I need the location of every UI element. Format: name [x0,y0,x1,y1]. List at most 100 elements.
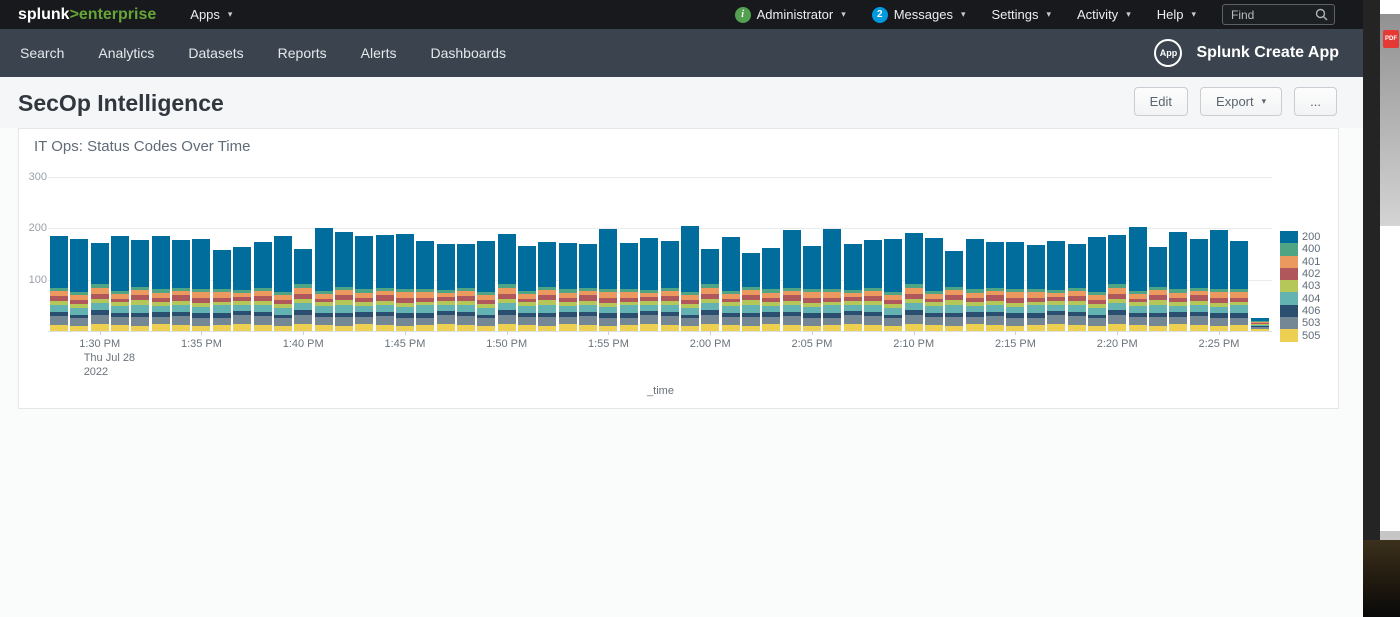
chart-bar-segment[interactable] [599,306,618,314]
chart-bar-segment[interactable] [355,316,374,324]
chart-bar-segment[interactable] [50,290,68,296]
chart-bar-segment[interactable] [1230,288,1249,293]
chart-bar-segment[interactable] [1108,235,1127,285]
chart-bar-segment[interactable] [680,299,699,304]
chart-bar-segment[interactable] [497,324,516,331]
chart-bar-segment[interactable] [355,323,374,331]
find-input[interactable] [1231,7,1315,22]
chart-bar-segment[interactable] [884,292,903,295]
chart-bar-segment[interactable] [782,290,801,296]
chart-bar-segment[interactable] [945,305,964,314]
chart-bar-segment[interactable] [660,295,679,301]
chart-bar-segment[interactable] [1209,289,1228,292]
settings-menu[interactable]: Settings ▾ [992,7,1052,22]
chart-bar-segment[interactable] [50,311,68,317]
chart-bar-segment[interactable] [212,325,231,331]
chart-bar-segment[interactable] [436,324,455,331]
chart-bar-segment[interactable] [172,290,191,296]
chart-bar-segment[interactable] [579,295,598,301]
chart-bar-segment[interactable] [1250,323,1269,325]
chart-bar-segment[interactable] [192,313,211,318]
chart-bar-segment[interactable] [721,306,740,313]
chart-bar-segment[interactable] [884,308,903,315]
chart-bar-segment[interactable] [986,287,1005,291]
chart-bar-segment[interactable] [680,314,699,319]
chart-bar-segment[interactable] [253,290,272,296]
chart-bar-segment[interactable] [518,325,537,331]
chart-bar-segment[interactable] [334,300,353,306]
chart-bar-segment[interactable] [1209,317,1228,326]
chart-bar-segment[interactable] [558,305,577,312]
chart-bar-segment[interactable] [1047,297,1066,301]
chart-bar-segment[interactable] [1230,317,1249,326]
chart-bar-segment[interactable] [986,241,1005,288]
chart-bar-segment[interactable] [1047,240,1066,290]
chart-bar-segment[interactable] [50,295,68,301]
chart-bar-segment[interactable] [782,300,801,306]
chart-bar-segment[interactable] [599,317,618,326]
chart-bar-segment[interactable] [843,300,862,306]
chart-bar-segment[interactable] [518,306,537,313]
chart-bar-segment[interactable] [1250,321,1269,323]
chart-bar-segment[interactable] [273,292,292,295]
chart-bar-segment[interactable] [741,326,760,331]
chart-bar-segment[interactable] [50,236,68,288]
chart-bar-segment[interactable] [1026,325,1045,331]
chart-bar-segment[interactable] [701,315,720,325]
chart-bar-segment[interactable] [1250,329,1269,331]
chart-bar-segment[interactable] [680,292,699,295]
chart-bar-segment[interactable] [599,289,618,292]
chart-bar-segment[interactable] [314,228,333,292]
chart-bar-segment[interactable] [579,287,598,291]
chart-bar-segment[interactable] [212,292,231,298]
chart-bar-segment[interactable] [50,287,68,291]
chart-bar-segment[interactable] [558,298,577,303]
chart-bar-segment[interactable] [660,324,679,331]
chart-bar-segment[interactable] [640,289,659,293]
chart-bar-segment[interactable] [782,305,801,313]
chart-bar-segment[interactable] [823,297,842,302]
chart-bar-segment[interactable] [762,288,781,293]
chart-bar-segment[interactable] [1108,302,1127,311]
chart-bar-segment[interactable] [518,317,537,326]
chart-bar-segment[interactable] [1189,287,1208,291]
chart-bar-segment[interactable] [904,302,923,311]
chart-bar-segment[interactable] [1006,298,1025,303]
chart-bar-segment[interactable] [253,324,272,331]
nav-datasets[interactable]: Datasets [188,45,243,61]
chart-bar-segment[interactable] [375,312,394,317]
chart-bar-segment[interactable] [640,297,659,301]
chart-bar-segment[interactable] [518,298,537,303]
chart-bar-segment[interactable] [1087,294,1106,300]
chart-bar-segment[interactable] [1087,318,1106,326]
chart-bar-segment[interactable] [741,300,760,306]
chart-bar-segment[interactable] [864,295,882,301]
chart-bar-segment[interactable] [965,323,984,331]
chart-bar-segment[interactable] [518,246,537,292]
chart-bar-segment[interactable] [253,300,272,305]
chart-bar-segment[interactable] [599,302,618,307]
chart-bar-segment[interactable] [416,325,435,331]
chart-bar-segment[interactable] [111,302,130,307]
chart-bar-segment[interactable] [721,291,740,295]
chart-bar-segment[interactable] [965,298,984,303]
chart-bar-segment[interactable] [965,311,984,317]
chart-bar-segment[interactable] [334,287,353,290]
chart-bar-segment[interactable] [90,242,109,285]
chart-bar-segment[interactable] [925,312,944,318]
chart-bar-segment[interactable] [70,294,89,300]
chart-bar-segment[interactable] [497,234,516,285]
chart-bar-segment[interactable] [131,326,150,331]
chart-bar-segment[interactable] [640,238,659,290]
chart-bar-segment[interactable] [864,300,882,305]
chart-bar-segment[interactable] [131,287,150,290]
chart-bar-segment[interactable] [762,316,781,324]
chart-bar-segment[interactable] [1006,242,1025,290]
chart-bar-segment[interactable] [1047,324,1066,331]
legend-item[interactable]: 200 [1280,231,1320,244]
chart-bar-segment[interactable] [823,325,842,331]
chart-bar-segment[interactable] [518,312,537,318]
chart-bar-segment[interactable] [90,310,109,316]
chart-bar-segment[interactable] [925,294,944,299]
chart-bar-segment[interactable] [172,324,191,331]
